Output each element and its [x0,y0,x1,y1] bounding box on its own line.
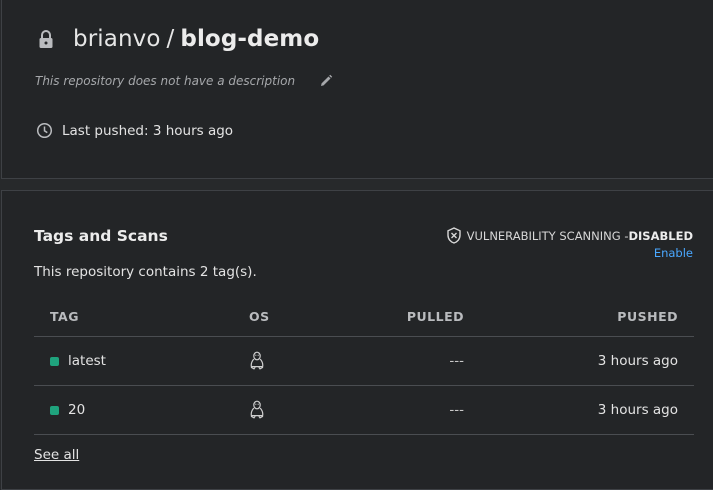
table-row: 20 --- 3 hours ago [34,386,694,435]
tag-cell: 20 [50,402,85,418]
tags-table: TAG OS PULLED PUSHED latest --- 3 hours … [34,295,694,435]
linux-icon [248,351,266,371]
repository-description: This repository does not have a descript… [35,74,333,88]
column-header-pulled[interactable]: PULLED [407,309,464,324]
shield-x-icon [446,227,462,244]
linux-icon [248,400,266,420]
vulnerability-scanning-state: DISABLED [628,228,693,243]
last-pushed-text: Last pushed: 3 hours ago [62,122,234,139]
vulnerability-scanning-status: VULNERABILITY SCANNING - DISABLED [446,227,693,244]
tags-heading: Tags and Scans [34,227,168,245]
table-row: latest --- 3 hours ago [34,337,694,386]
column-header-pushed[interactable]: PUSHED [617,309,678,324]
pulled-count: --- [449,402,464,418]
tag-status-dot [50,405,59,415]
tag-count-text: This repository contains 2 tag(s). [34,264,257,280]
pencil-icon[interactable] [319,74,333,88]
lock-icon [35,28,57,50]
column-header-os: OS [249,309,270,324]
enable-scanning-link[interactable]: Enable [654,246,693,260]
repository-header-card: brianvo / blog-demo This repository does… [1,0,713,179]
tag-name-link[interactable]: latest [68,353,106,369]
description-text: This repository does not have a descript… [35,74,296,88]
last-pushed: Last pushed: 3 hours ago [36,122,233,139]
repository-owner[interactable]: brianvo [73,26,161,52]
repository-title: brianvo / blog-demo [35,26,319,52]
tag-cell: latest [50,353,106,369]
tag-status-dot [50,356,59,366]
pushed-time: 3 hours ago [597,353,678,369]
repository-name: blog-demo [180,26,320,52]
see-all-link[interactable]: See all [34,447,79,463]
tag-name-link[interactable]: 20 [68,402,85,418]
pulled-count: --- [449,353,464,369]
column-header-tag[interactable]: TAG [50,309,79,324]
vulnerability-scanning-label: VULNERABILITY SCANNING - [466,228,629,243]
title-separator: / [166,26,175,52]
clock-icon [36,122,53,139]
tags-and-scans-card: Tags and Scans VULNERABILITY SCANNING - … [1,190,713,490]
table-header: TAG OS PULLED PUSHED [34,295,694,337]
pushed-time: 3 hours ago [597,402,678,418]
